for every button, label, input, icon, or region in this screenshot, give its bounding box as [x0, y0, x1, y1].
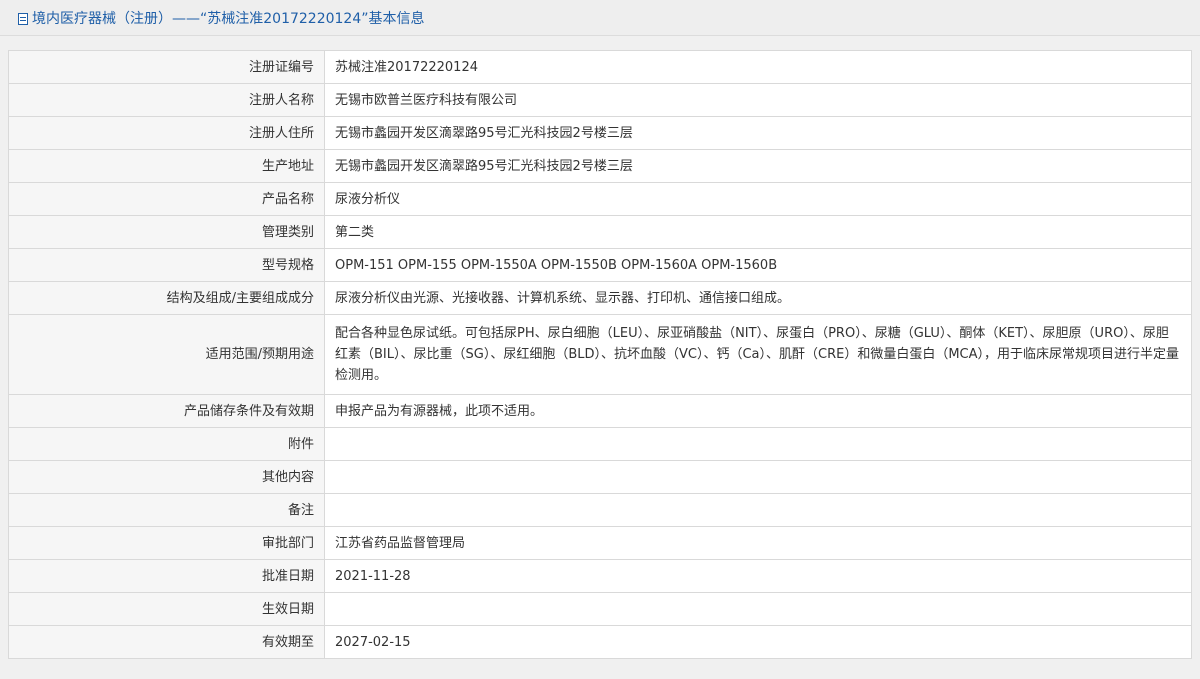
- row-label: 附件: [8, 427, 325, 461]
- row-value: 尿液分析仪: [324, 182, 1192, 216]
- row-value: [324, 460, 1192, 494]
- row-value: [324, 592, 1192, 626]
- row-label: 型号规格: [8, 248, 325, 282]
- table-row: 生产地址 无锡市蠡园开发区滴翠路95号汇光科技园2号楼三层: [8, 149, 1192, 183]
- document-icon: [18, 12, 28, 25]
- info-table: 注册证编号 苏械注准20172220124 注册人名称 无锡市欧普兰医疗科技有限公司…: [8, 50, 1192, 659]
- table-row: 批准日期 2021-11-28: [8, 559, 1192, 593]
- table-row: 有效期至 2027-02-15: [8, 625, 1192, 659]
- row-value: [324, 493, 1192, 527]
- row-label: 产品名称: [8, 182, 325, 216]
- row-label: 批准日期: [8, 559, 325, 593]
- table-row: 结构及组成/主要组成成分 尿液分析仪由光源、光接收器、计算机系统、显示器、打印机、…: [8, 281, 1192, 315]
- row-label: 有效期至: [8, 625, 325, 659]
- table-row: 适用范围/预期用途 配合各种显色尿试纸。可包括尿PH、尿白细胞（LEU）、尿亚硝酸…: [8, 314, 1192, 395]
- row-value: 申报产品为有源器械，此项不适用。: [324, 394, 1192, 428]
- page-title: 境内医疗器械（注册）——“苏械注准20172220124”基本信息: [32, 10, 425, 27]
- table-row: 管理类别 第二类: [8, 215, 1192, 249]
- row-value: 尿液分析仪由光源、光接收器、计算机系统、显示器、打印机、通信接口组成。: [324, 281, 1192, 315]
- row-value: 配合各种显色尿试纸。可包括尿PH、尿白细胞（LEU）、尿亚硝酸盐（NIT）、尿蛋…: [324, 314, 1192, 395]
- row-label: 注册人名称: [8, 83, 325, 117]
- row-value: OPM-151 OPM-155 OPM-1550A OPM-1550B OPM-…: [324, 248, 1192, 282]
- row-value: 无锡市欧普兰医疗科技有限公司: [324, 83, 1192, 117]
- row-value: [324, 427, 1192, 461]
- table-row: 注册人住所 无锡市蠡园开发区滴翠路95号汇光科技园2号楼三层: [8, 116, 1192, 150]
- row-value: 第二类: [324, 215, 1192, 249]
- table-row: 其他内容: [8, 460, 1192, 494]
- row-value: 2027-02-15: [324, 625, 1192, 659]
- table-row: 产品名称 尿液分析仪: [8, 182, 1192, 216]
- row-label: 注册人住所: [8, 116, 325, 150]
- row-label: 其他内容: [8, 460, 325, 494]
- table-row: 注册人名称 无锡市欧普兰医疗科技有限公司: [8, 83, 1192, 117]
- row-value: 2021-11-28: [324, 559, 1192, 593]
- row-label: 注册证编号: [8, 50, 325, 84]
- row-value: 无锡市蠡园开发区滴翠路95号汇光科技园2号楼三层: [324, 116, 1192, 150]
- table-row: 产品储存条件及有效期 申报产品为有源器械，此项不适用。: [8, 394, 1192, 428]
- table-row: 附件: [8, 427, 1192, 461]
- row-label: 产品储存条件及有效期: [8, 394, 325, 428]
- row-value: 无锡市蠡园开发区滴翠路95号汇光科技园2号楼三层: [324, 149, 1192, 183]
- row-label: 生效日期: [8, 592, 325, 626]
- row-value: 苏械注准20172220124: [324, 50, 1192, 84]
- table-row: 型号规格 OPM-151 OPM-155 OPM-1550A OPM-1550B …: [8, 248, 1192, 282]
- table-row: 审批部门 江苏省药品监督管理局: [8, 526, 1192, 560]
- row-label: 备注: [8, 493, 325, 527]
- table-row: 注册证编号 苏械注准20172220124: [8, 50, 1192, 84]
- row-label: 审批部门: [8, 526, 325, 560]
- row-label: 结构及组成/主要组成成分: [8, 281, 325, 315]
- row-label: 生产地址: [8, 149, 325, 183]
- row-label: 管理类别: [8, 215, 325, 249]
- info-panel: 注册证编号 苏械注准20172220124 注册人名称 无锡市欧普兰医疗科技有限公司…: [0, 36, 1200, 679]
- row-value: 江苏省药品监督管理局: [324, 526, 1192, 560]
- table-row: 备注: [8, 493, 1192, 527]
- row-label: 适用范围/预期用途: [8, 314, 325, 395]
- page-header: 境内医疗器械（注册）——“苏械注准20172220124”基本信息: [0, 0, 1200, 36]
- table-row: 生效日期: [8, 592, 1192, 626]
